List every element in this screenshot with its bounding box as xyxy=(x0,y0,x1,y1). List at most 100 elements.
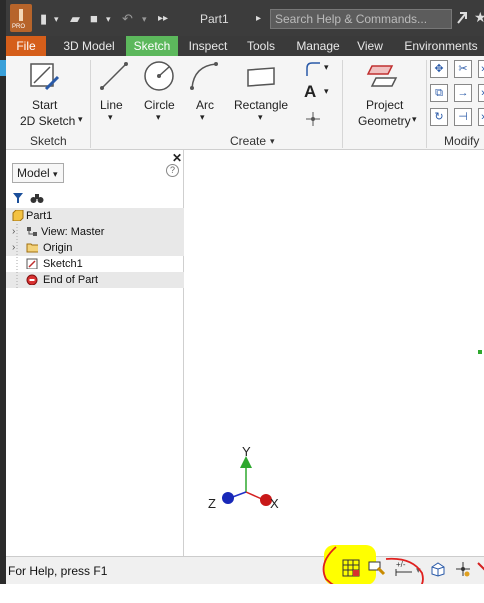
expand-chevron-icon[interactable]: › xyxy=(12,224,15,240)
viewcube-edge-marker xyxy=(478,350,482,354)
save-icon[interactable]: ■ xyxy=(90,11,98,26)
model-browser: ✕ Model ▾ ? Part1 › View: Master › Origi… xyxy=(6,150,184,556)
trim-icon[interactable]: ✂ xyxy=(454,60,472,78)
part-icon xyxy=(12,210,24,221)
tree-item-label: View: Master xyxy=(41,226,105,238)
start-sketch-label-2[interactable]: 2D Sketch xyxy=(20,114,75,128)
modify-more-icon[interactable]: › xyxy=(478,60,484,78)
text-dropdown-icon[interactable]: ▾ xyxy=(324,86,329,97)
sign-in-icon[interactable] xyxy=(456,11,468,25)
extend-icon[interactable]: → xyxy=(454,84,472,102)
model-dropdown-arrow-icon: ▾ xyxy=(53,169,58,179)
circle-icon[interactable] xyxy=(142,59,176,93)
start-sketch-dropdown-icon[interactable]: ▾ xyxy=(78,114,83,125)
graphics-viewport[interactable]: Y X Z xyxy=(184,150,484,556)
tree-item-sketch1[interactable]: Sketch1 xyxy=(6,256,184,272)
modify-more-icon-2[interactable]: › xyxy=(478,84,484,102)
axis-x-label: X xyxy=(270,496,279,511)
fillet-icon[interactable] xyxy=(304,60,322,78)
degrees-of-freedom-icon[interactable] xyxy=(454,560,472,578)
inventor-logo-icon[interactable]: PRO xyxy=(10,4,32,32)
move-icon[interactable]: ✥ xyxy=(430,60,448,78)
project-geometry-dropdown-icon[interactable]: ▾ xyxy=(412,114,417,125)
undo-icon[interactable]: ↶ xyxy=(122,11,133,27)
tree-item-part1[interactable]: Part1 xyxy=(6,208,184,224)
arc-label[interactable]: Arc xyxy=(196,98,214,112)
panel-separator xyxy=(90,60,91,148)
open-folder-icon[interactable]: ▰ xyxy=(70,11,80,27)
circle-dropdown-icon[interactable]: ▾ xyxy=(156,112,161,123)
tree-item-label: End of Part xyxy=(43,274,99,286)
tree-item-label: Part1 xyxy=(26,210,53,222)
logo-label: PRO xyxy=(12,24,26,30)
line-icon[interactable] xyxy=(98,60,130,92)
tab-sketch[interactable]: Sketch xyxy=(126,36,178,56)
new-dropdown-icon[interactable]: ▾ xyxy=(54,14,59,25)
rectangle-icon[interactable] xyxy=(244,64,278,90)
tab-tools[interactable]: Tools xyxy=(240,36,282,56)
create-panel-dropdown-icon[interactable]: ▾ xyxy=(270,136,275,147)
favorites-star-icon[interactable]: ★ xyxy=(474,9,484,26)
document-title: Part1 xyxy=(200,12,229,26)
project-geometry-icon[interactable] xyxy=(366,62,398,92)
status-help-text: For Help, press F1 xyxy=(8,564,108,578)
view-cube-icon[interactable] xyxy=(430,561,446,577)
start-sketch-label-1[interactable]: Start xyxy=(32,98,57,112)
tab-file[interactable]: File xyxy=(6,36,46,56)
arc-icon[interactable] xyxy=(188,60,220,92)
tree-item-label: Sketch1 xyxy=(43,258,83,270)
project-geometry-label-2[interactable]: Geometry xyxy=(358,114,411,128)
end-of-part-icon xyxy=(26,274,38,285)
tree-item-end-of-part[interactable]: End of Part xyxy=(6,272,184,288)
project-geometry-label-1[interactable]: Project xyxy=(366,98,403,112)
panel-separator xyxy=(426,60,427,148)
tab-3d-model[interactable]: 3D Model xyxy=(56,36,122,56)
search-input[interactable]: Search Help & Commands... xyxy=(270,9,452,29)
arc-dropdown-icon[interactable]: ▾ xyxy=(200,112,205,123)
start-2d-sketch-icon[interactable] xyxy=(28,61,60,93)
find-binoculars-icon[interactable] xyxy=(30,192,44,204)
rectangle-label[interactable]: Rectangle xyxy=(234,98,288,112)
tab-inspect[interactable]: Inspect xyxy=(182,36,234,56)
constraint-inference-icon[interactable] xyxy=(476,561,484,575)
model-dropdown[interactable]: Model ▾ xyxy=(12,163,64,183)
rotate-icon[interactable]: ↻ xyxy=(430,108,448,126)
status-bar: For Help, press F1 +/- ▾ xyxy=(6,545,484,599)
rectangle-dropdown-icon[interactable]: ▾ xyxy=(258,112,263,123)
line-dropdown-icon[interactable]: ▾ xyxy=(108,112,113,123)
more-commands-icon[interactable]: ▸▸ xyxy=(158,13,168,24)
tab-environments[interactable]: Environments xyxy=(398,36,484,56)
ribbon-panel: Start 2D Sketch ▾ Sketch Line ▾ Circle ▾… xyxy=(6,56,484,150)
create-panel-title[interactable]: Create xyxy=(230,134,266,148)
tab-view[interactable]: View xyxy=(352,36,388,56)
browser-help-icon[interactable]: ? xyxy=(166,164,179,177)
model-dropdown-label: Model xyxy=(17,166,50,180)
axis-z-label: Z xyxy=(208,496,216,511)
text-icon[interactable]: A xyxy=(304,82,316,102)
tree-item-origin[interactable]: › Origin xyxy=(6,240,184,256)
filter-icon[interactable] xyxy=(12,192,24,204)
search-expand-icon[interactable]: ▸ xyxy=(256,13,261,24)
copy-icon[interactable]: ⧉ xyxy=(430,84,448,102)
tree-item-label: Origin xyxy=(43,242,73,254)
view-rep-icon xyxy=(27,227,37,236)
axis-y-label: Y xyxy=(242,444,251,459)
expand-chevron-icon[interactable]: › xyxy=(12,240,15,256)
save-dropdown-icon[interactable]: ▾ xyxy=(106,14,111,25)
tree-item-view-master[interactable]: › View: Master xyxy=(6,224,184,240)
ribbon-tabs: File 3D Model Sketch Inspect Tools Manag… xyxy=(6,36,484,56)
browser-close-icon[interactable]: ✕ xyxy=(172,151,182,165)
circle-label[interactable]: Circle xyxy=(144,98,175,112)
tree-connector-line xyxy=(16,224,18,288)
new-file-icon[interactable]: ▮ xyxy=(40,11,47,27)
title-bar: PRO ▮ ▾ ▰ ■ ▾ ↶ ▾ ▸▸ Part1 ▸ Search Help… xyxy=(6,0,484,36)
modify-more-icon-3[interactable]: › xyxy=(478,108,484,126)
line-label[interactable]: Line xyxy=(100,98,123,112)
fillet-dropdown-icon[interactable]: ▾ xyxy=(324,62,329,73)
point-icon[interactable] xyxy=(304,110,322,128)
tab-manage[interactable]: Manage xyxy=(290,36,346,56)
split-icon[interactable]: ⊣ xyxy=(454,108,472,126)
undo-dropdown-icon[interactable]: ▾ xyxy=(142,14,147,25)
screen-bottom xyxy=(0,584,484,600)
sketch-icon xyxy=(26,258,38,269)
